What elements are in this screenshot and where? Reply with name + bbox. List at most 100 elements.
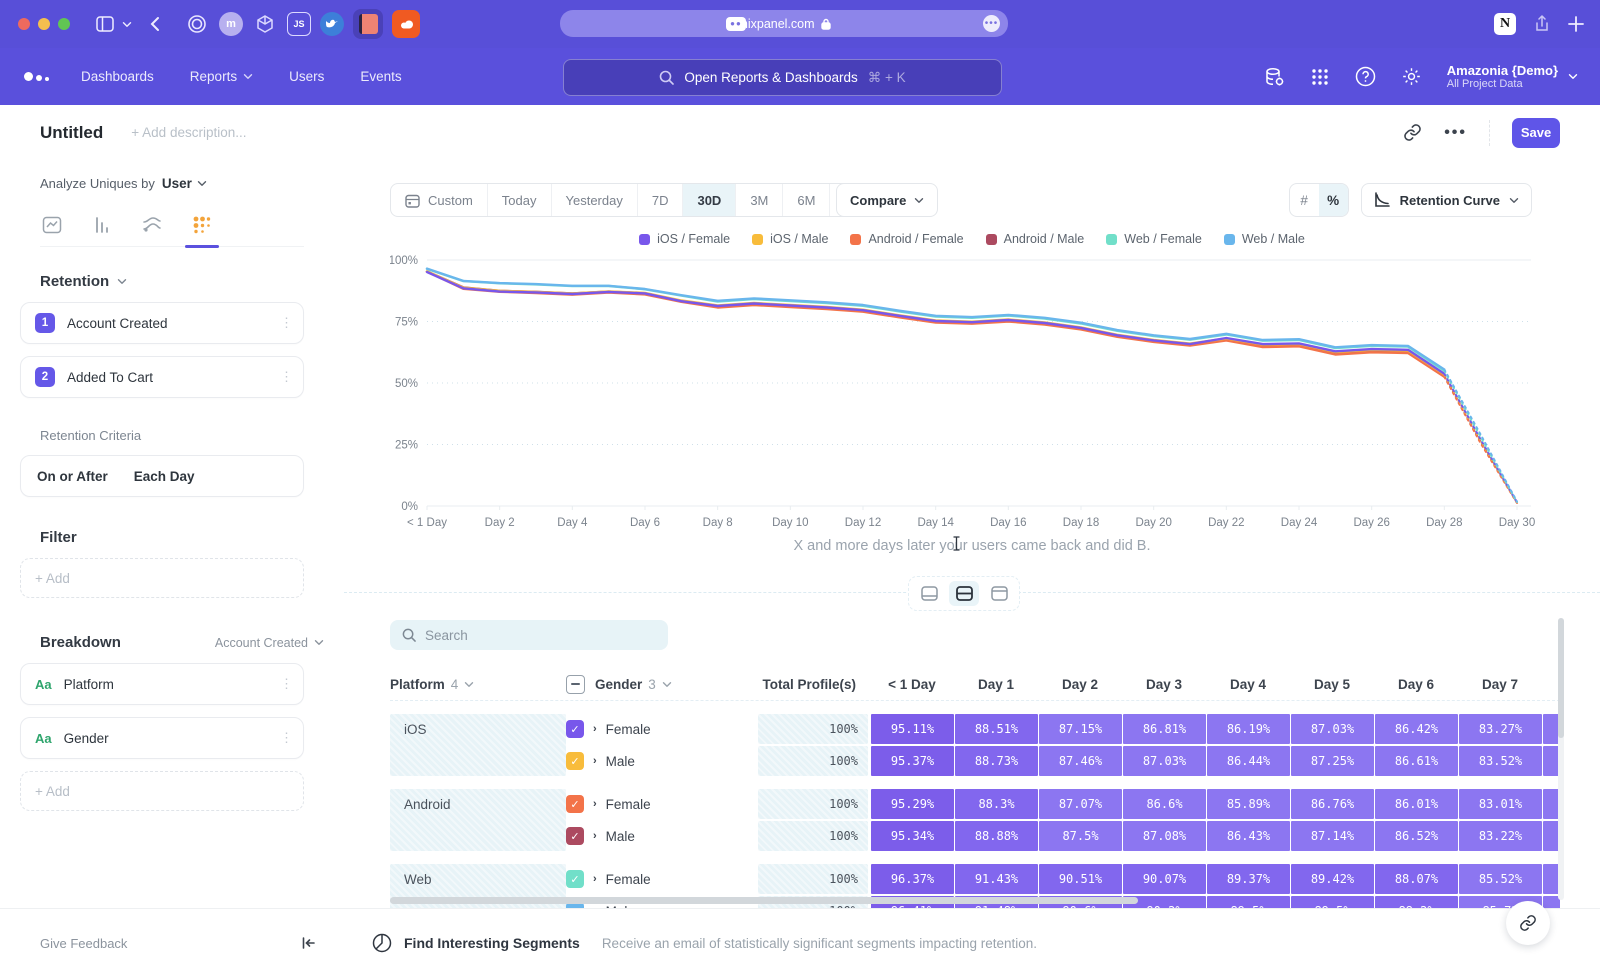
close-window-button[interactable] [18, 18, 30, 30]
add-breakdown-button[interactable]: + Add [20, 771, 304, 811]
day-column-header[interactable]: Day 6 [1374, 677, 1458, 692]
retention-cell[interactable]: 87.5% [1039, 821, 1122, 851]
collapse-sidebar-icon[interactable] [301, 936, 316, 950]
analyze-uniques-value[interactable]: User [162, 176, 192, 191]
retention-step-2[interactable]: 2Added To Cart⋮ [20, 356, 304, 398]
copy-link-icon[interactable] [1403, 123, 1422, 142]
tab-flows[interactable] [140, 213, 164, 237]
range-custom[interactable]: Custom [391, 184, 488, 216]
retention-cell[interactable]: 86.01% [1375, 789, 1458, 819]
retention-cell[interactable]: 85.52% [1459, 864, 1542, 894]
minimize-window-button[interactable] [38, 18, 50, 30]
retention-cell[interactable]: 85.89% [1207, 789, 1290, 819]
day-column-header[interactable]: Day 3 [1122, 677, 1206, 692]
add-description-field[interactable]: + Add description... [131, 125, 246, 140]
range-30d[interactable]: 30D [683, 184, 736, 216]
more-options-icon[interactable]: ⋮ [280, 676, 293, 692]
browser-address-bar[interactable]: ●● mixpanel.com ••• [560, 10, 1008, 37]
bird-app-icon[interactable] [320, 12, 344, 36]
retention-cell[interactable]: 87.07% [1039, 789, 1122, 819]
split-view-button[interactable] [949, 581, 979, 606]
give-feedback-link[interactable]: Give Feedback [40, 936, 127, 951]
criteria-each-day[interactable]: Each Day [134, 469, 195, 484]
chart-only-view-button[interactable] [914, 581, 944, 606]
retention-cell[interactable]: 83.27% [1459, 714, 1542, 744]
retention-cell[interactable]: 87.14% [1291, 821, 1374, 851]
retention-cell[interactable]: 95.29% [871, 789, 954, 819]
series-checkbox[interactable]: ✓ [566, 752, 584, 770]
m-app-icon[interactable]: m [219, 12, 243, 36]
day-column-header[interactable]: < 1 Day [870, 677, 954, 692]
series-checkbox[interactable]: ✓ [566, 827, 584, 845]
retention-cell[interactable]: 96.37% [871, 864, 954, 894]
add-filter-button[interactable]: + Add [20, 558, 304, 598]
horizontal-scrollbar[interactable] [390, 897, 1138, 904]
range-yesterday[interactable]: Yesterday [552, 184, 638, 216]
day-column-header[interactable]: Day 4 [1206, 677, 1290, 692]
more-options-icon[interactable]: ••• [1444, 124, 1467, 142]
day-column-header[interactable]: Day 1 [954, 677, 1038, 692]
apps-grid-icon[interactable] [1309, 66, 1331, 88]
breakdown-scope-selector[interactable]: Account Created [215, 636, 324, 650]
total-profiles-column-header[interactable]: Total Profile(s) [758, 677, 870, 692]
target-app-icon[interactable] [184, 11, 210, 37]
tab-retention[interactable] [190, 213, 214, 237]
retention-cell[interactable]: 95.37% [871, 746, 954, 776]
retention-cell[interactable]: 87.46% [1039, 746, 1122, 776]
retention-cell[interactable]: 88.3% [955, 789, 1038, 819]
retention-cell[interactable]: 88.07% [1375, 864, 1458, 894]
data-management-icon[interactable] [1263, 66, 1285, 88]
tab-insights[interactable] [40, 213, 64, 237]
gender-cell[interactable]: ✓›Female [566, 714, 758, 744]
retention-cell[interactable]: 86.19% [1207, 714, 1290, 744]
retention-cell[interactable]: 88.88% [955, 821, 1038, 851]
global-search-button[interactable]: Open Reports & Dashboards ⌘ + K [563, 59, 1002, 96]
retention-cell[interactable]: 86.76% [1291, 789, 1374, 819]
tab-funnels[interactable] [90, 213, 114, 237]
notebook-app-icon[interactable] [353, 9, 383, 39]
retention-cell[interactable]: 88.51% [955, 714, 1038, 744]
window-controls[interactable] [18, 18, 78, 30]
nav-link-events[interactable]: Events [360, 69, 401, 84]
retention-cell[interactable]: 86.61% [1375, 746, 1458, 776]
retention-cell[interactable]: 83.52% [1459, 746, 1542, 776]
retention-cell[interactable]: 87.15% [1039, 714, 1122, 744]
find-interesting-segments-button[interactable]: Find Interesting Segments [404, 935, 580, 951]
retention-section-header[interactable]: Retention [40, 273, 324, 290]
more-options-icon[interactable]: ⋮ [280, 315, 293, 331]
series-checkbox[interactable]: ✓ [566, 795, 584, 813]
chart-type-dropdown[interactable]: Retention Curve [1361, 183, 1532, 217]
retention-cell[interactable]: 86.42% [1375, 714, 1458, 744]
browser-back-icon[interactable] [150, 16, 160, 32]
unit-count-button[interactable]: # [1290, 184, 1319, 216]
retention-cell[interactable]: 86.6% [1123, 789, 1206, 819]
gender-column-header[interactable]: Gender3 [566, 675, 758, 694]
expand-row-icon[interactable]: › [593, 873, 597, 885]
retention-cell[interactable]: 88.73% [955, 746, 1038, 776]
maximize-window-button[interactable] [58, 18, 70, 30]
more-options-icon[interactable]: ⋮ [280, 730, 293, 746]
mixpanel-logo[interactable] [24, 72, 49, 81]
breakdown-item-platform[interactable]: AaPlatform⋮ [20, 663, 304, 705]
retention-cell[interactable]: 87.03% [1291, 714, 1374, 744]
retention-cell[interactable]: 86.52% [1375, 821, 1458, 851]
site-boost-icon[interactable]: ●● [726, 17, 746, 31]
criteria-on-or-after[interactable]: On or After [37, 469, 108, 484]
retention-cell[interactable]: 89.42% [1291, 864, 1374, 894]
range-7d[interactable]: 7D [638, 184, 684, 216]
notion-extension-icon[interactable]: N [1494, 13, 1516, 35]
retention-cell[interactable]: 91.43% [955, 864, 1038, 894]
range-3m[interactable]: 3M [736, 184, 783, 216]
expand-row-icon[interactable]: › [593, 755, 597, 767]
breakdown-item-gender[interactable]: AaGender⋮ [20, 717, 304, 759]
select-all-checkbox[interactable] [566, 675, 585, 694]
legend-item[interactable]: iOS / Male [752, 232, 828, 246]
nav-link-users[interactable]: Users [289, 69, 324, 84]
expand-row-icon[interactable]: › [593, 723, 597, 735]
browser-sidebar-toggle-icon[interactable] [96, 16, 114, 32]
retention-cell[interactable]: 89.37% [1207, 864, 1290, 894]
new-tab-icon[interactable] [1568, 16, 1584, 32]
gender-cell[interactable]: ✓›Female [566, 789, 758, 819]
retention-step-1[interactable]: 1Account Created⋮ [20, 302, 304, 344]
retention-cell[interactable]: 89.5% [1207, 896, 1290, 908]
